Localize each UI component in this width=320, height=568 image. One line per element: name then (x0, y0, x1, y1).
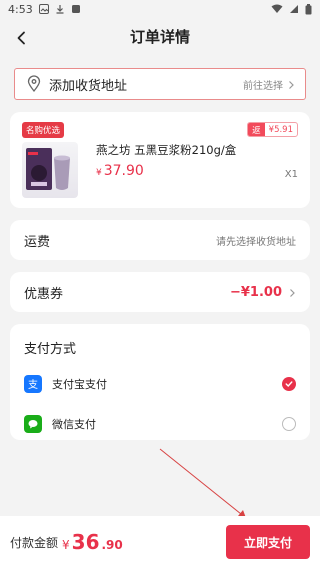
store-badge: 名购优选 (22, 122, 65, 138)
add-address-row[interactable]: 添加收货地址 前往选择 (14, 68, 306, 100)
wifi-icon (271, 4, 283, 14)
price-value: 37.90 (103, 163, 144, 179)
svg-text:支: 支 (28, 379, 38, 390)
price-currency: ¥ (96, 168, 102, 178)
payment-option-alipay[interactable]: 支 支付宝支付 (24, 369, 296, 399)
wechat-icon (24, 415, 42, 433)
back-arrow-icon[interactable] (10, 26, 34, 50)
alipay-label: 支付宝支付 (52, 378, 107, 391)
status-left: 4:53 (8, 3, 81, 16)
checkout-bar: 付款金额 ¥ 36 .90 立即支付 (0, 516, 320, 568)
refund-value: ¥5.91 (268, 124, 293, 135)
address-title: 添加收货地址 (49, 78, 128, 94)
location-pin-icon (25, 75, 43, 93)
payment-method-card: 支付方式 支 支付宝支付 微信支付 (10, 324, 310, 440)
address-hint: 前往选择 (243, 80, 283, 92)
wechat-radio-unchecked[interactable] (282, 417, 296, 431)
page-title: 订单详情 (129, 27, 190, 46)
chevron-right-icon (287, 75, 295, 94)
alipay-icon: 支 (24, 375, 42, 393)
total-amount-int: 36 (71, 530, 100, 554)
status-right (271, 3, 312, 15)
wechat-label: 微信支付 (52, 418, 96, 431)
shipping-row[interactable]: 运费 请先选择收货地址 (10, 220, 310, 260)
shipping-label: 运费 (24, 234, 51, 250)
product-card[interactable]: 名购优选 返 ¥5.91 燕之坊 五黑豆浆粉210g/盒 ¥37.90 X1 (10, 112, 310, 208)
total-label: 付款金额 (10, 535, 59, 550)
refund-badge: 返 ¥5.91 (247, 122, 298, 137)
shipping-value: 请先选择收货地址 (216, 236, 296, 248)
status-time: 4:53 (8, 2, 33, 16)
refund-tag: 返 (248, 123, 265, 136)
coupon-label: 优惠券 (24, 286, 64, 302)
image-icon (38, 4, 49, 14)
payment-option-wechat[interactable]: 微信支付 (24, 409, 296, 439)
product-price: ¥37.90 (96, 163, 144, 179)
battery-icon (305, 3, 312, 15)
alipay-radio-checked[interactable] (282, 377, 296, 391)
chevron-right-icon (288, 283, 296, 302)
product-quantity: X1 (284, 169, 298, 180)
status-bar: 4:53 (0, 0, 320, 18)
payment-title: 支付方式 (24, 342, 77, 357)
coupon-row[interactable]: 优惠券 −¥1.00 (10, 272, 310, 312)
total-currency: ¥ (62, 538, 70, 552)
total-amount-dec: .90 (101, 538, 123, 552)
card-icon (71, 4, 81, 14)
product-title: 燕之坊 五黑豆浆粉210g/盒 (96, 143, 237, 157)
total-amount: ¥ 36 .90 (62, 530, 123, 554)
download-icon (55, 4, 65, 14)
coupon-value: −¥1.00 (229, 284, 282, 300)
signal-icon (289, 4, 299, 14)
product-image[interactable] (22, 142, 78, 198)
nav-bar: 订单详情 (0, 18, 320, 54)
pay-now-button[interactable]: 立即支付 (226, 525, 310, 559)
